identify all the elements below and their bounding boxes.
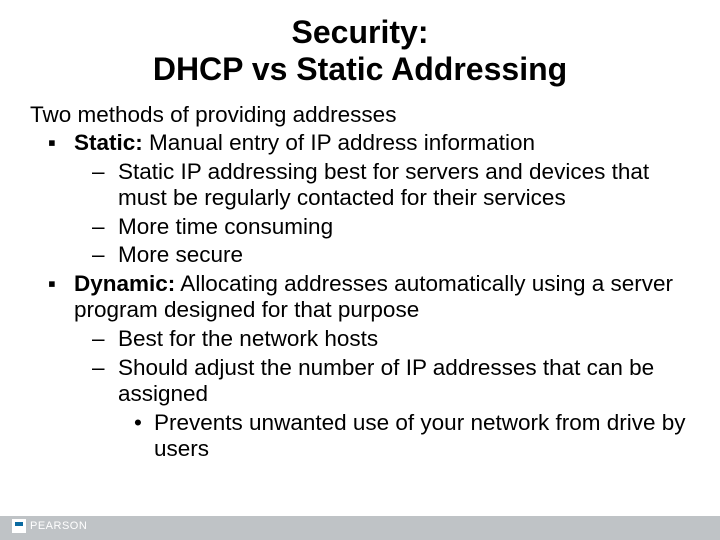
static-label: Static: (74, 130, 143, 155)
sub-bullet: –More time consuming (118, 214, 690, 241)
static-rest: Manual entry of IP address information (143, 130, 535, 155)
pearson-logo-icon (12, 519, 26, 533)
bullet-static: ▪Static: Manual entry of IP address info… (74, 130, 690, 157)
intro-text: Two methods of providing addresses (30, 102, 690, 129)
sub-text: Best for the network hosts (118, 326, 378, 351)
square-bullet-icon: ▪ (48, 130, 74, 157)
sub-text: More time consuming (118, 214, 333, 239)
dash-bullet-icon: – (92, 326, 118, 353)
pearson-logo-text: PEARSON (30, 520, 87, 532)
pearson-logo: PEARSON (12, 516, 87, 536)
slide-title: Security: DHCP vs Static Addressing (0, 0, 720, 96)
slide-body: Two methods of providing addresses ▪Stat… (0, 96, 720, 463)
title-line-2: DHCP vs Static Addressing (153, 51, 567, 87)
footer-bar: PEARSON (0, 516, 720, 540)
title-line-1: Security: (292, 14, 429, 50)
slide: Security: DHCP vs Static Addressing Two … (0, 0, 720, 540)
sub-bullet: –Best for the network hosts (118, 326, 690, 353)
sub-bullet: –Static IP addressing best for servers a… (118, 159, 690, 212)
subsub-bullet: •Prevents unwanted use of your network f… (154, 410, 690, 463)
sub-text: Should adjust the number of IP addresses… (118, 355, 654, 407)
subsub-text: Prevents unwanted use of your network fr… (154, 410, 686, 462)
sub-text: Static IP addressing best for servers an… (118, 159, 649, 211)
dash-bullet-icon: – (92, 159, 118, 186)
square-bullet-icon: ▪ (48, 271, 74, 298)
dash-bullet-icon: – (92, 214, 118, 241)
sub-bullet: –More secure (118, 242, 690, 269)
sub-text: More secure (118, 242, 243, 267)
sub-bullet: –Should adjust the number of IP addresse… (118, 355, 690, 408)
dot-bullet-icon: • (134, 410, 154, 437)
dynamic-label: Dynamic: (74, 271, 175, 296)
dash-bullet-icon: – (92, 355, 118, 382)
dash-bullet-icon: – (92, 242, 118, 269)
bullet-dynamic: ▪Dynamic: Allocating addresses automatic… (74, 271, 690, 324)
